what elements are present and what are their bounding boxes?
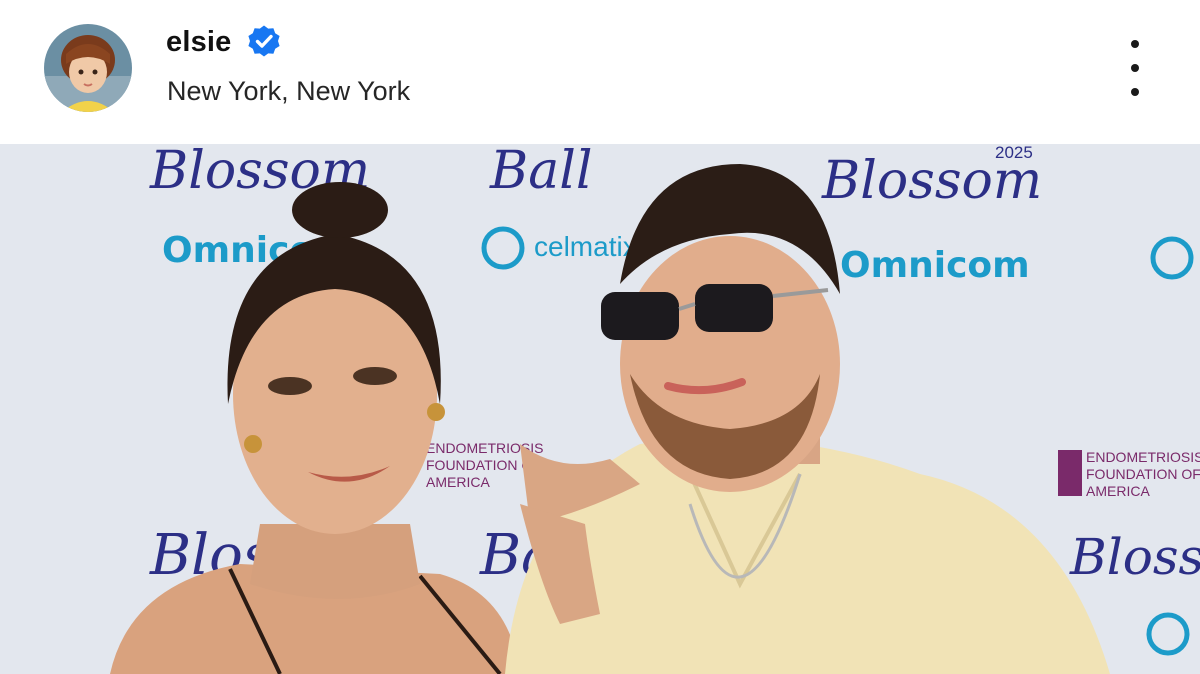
svg-text:AMERICA: AMERICA [426, 474, 490, 490]
backdrop-sponsor-celmatix: celmatix [534, 231, 637, 262]
post-location[interactable]: New York, New York [167, 76, 410, 107]
svg-text:ENDOMETRIOSIS: ENDOMETRIOSIS [1086, 449, 1200, 465]
more-options-button[interactable] [1116, 40, 1154, 96]
username-row: elsie [166, 24, 282, 60]
avatar-photo [44, 24, 132, 112]
backdrop-word-blossom-4: Blossom [1069, 528, 1200, 586]
username[interactable]: elsie [166, 26, 232, 59]
more-vertical-icon [1131, 40, 1139, 48]
photo-canvas: Blossom Ball Blossom 2025 Omnicom celmat… [0, 144, 1200, 674]
foundation-logo-icon [1058, 450, 1082, 496]
backdrop-word-ball: Ball [489, 144, 592, 201]
post-photo[interactable]: Blossom Ball Blossom 2025 Omnicom celmat… [0, 144, 1200, 674]
svg-text:AMERICA: AMERICA [1086, 483, 1150, 499]
svg-text:FOUNDATION OF: FOUNDATION OF [1086, 466, 1200, 482]
backdrop-year: 2025 [995, 144, 1033, 162]
verified-badge-icon [247, 25, 280, 57]
backdrop-sponsor-omnicom-2: Omnicom [840, 245, 1030, 286]
avatar[interactable] [44, 24, 132, 112]
post-header: elsie New York, New York [0, 0, 1200, 144]
